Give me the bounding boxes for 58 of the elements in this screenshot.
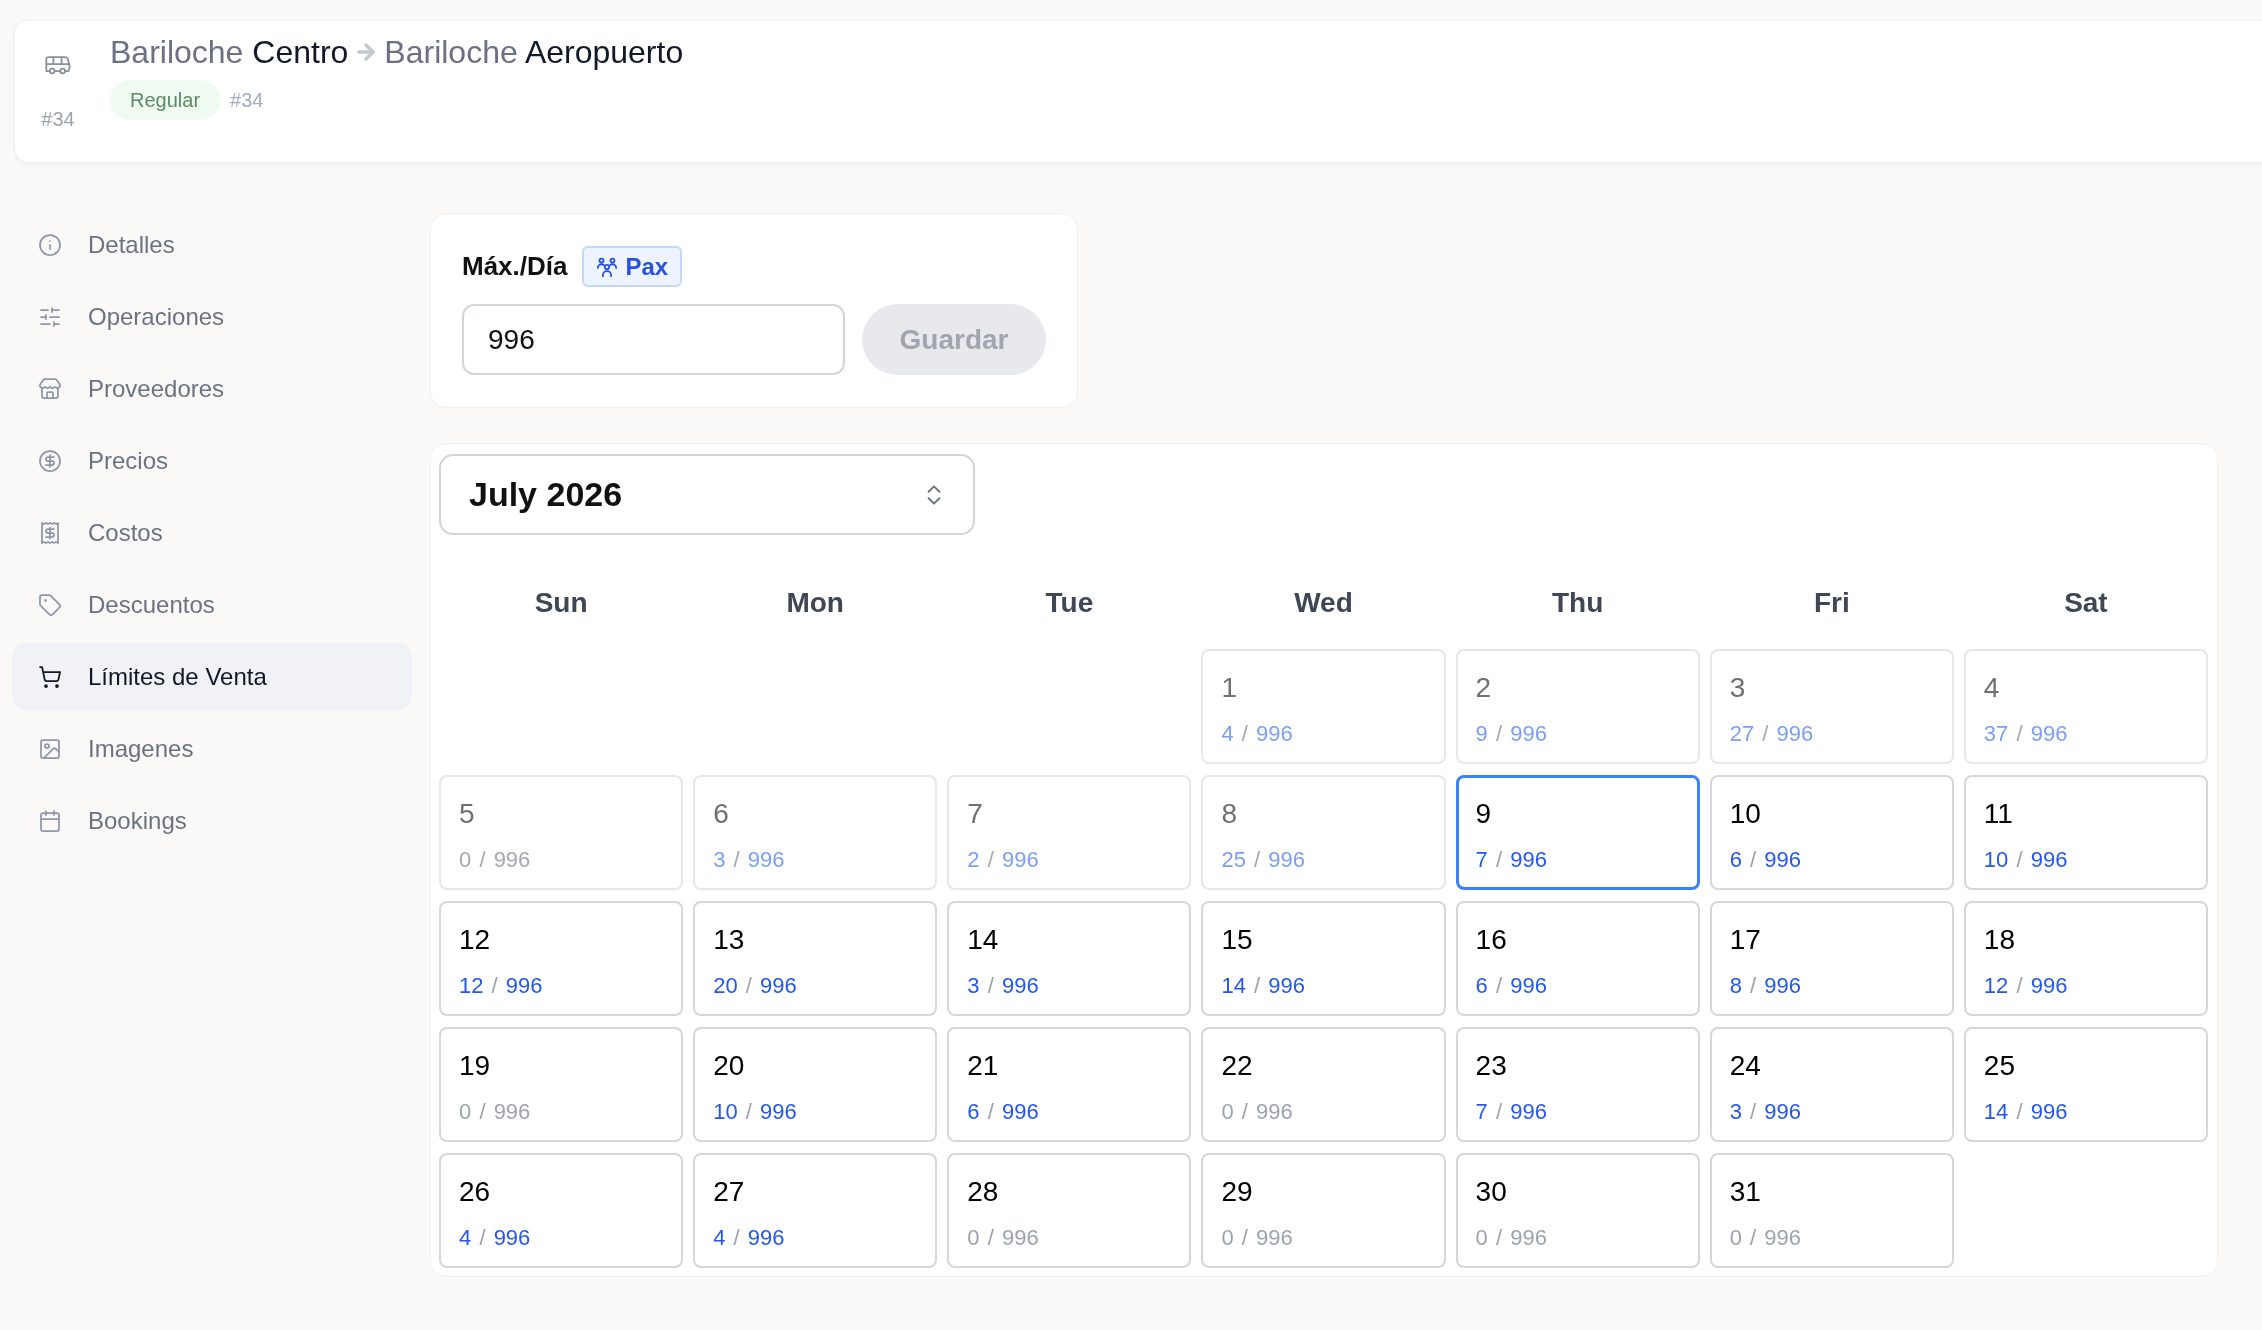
sidebar-item[interactable]: Costos — [12, 499, 412, 566]
sidebar-item[interactable]: Límites de Venta — [12, 643, 412, 710]
weekday-label: Sun — [534, 586, 588, 620]
calendar-icon — [38, 808, 62, 833]
month-select[interactable]: July 2026 — [439, 454, 975, 535]
image-icon — [38, 736, 62, 761]
weekday-label: Mon — [786, 586, 844, 620]
sidebar-item[interactable]: Detalles — [12, 211, 412, 278]
day-cell[interactable]: 12 12 / 996 — [439, 901, 684, 1016]
weekday-label: Tue — [1045, 586, 1094, 620]
day-cell[interactable]: 30 0 / 996 — [1455, 1153, 1700, 1268]
day-cell[interactable]: 19 0 / 996 — [439, 1027, 684, 1142]
day-cell[interactable]: 31 0 / 996 — [1709, 1153, 1954, 1268]
sidebar-item[interactable]: Proveedores — [12, 355, 412, 422]
sidebar-item[interactable]: Descuentos — [12, 571, 412, 638]
day-cell[interactable]: 11 10 / 996 — [1963, 775, 2208, 890]
limit-input[interactable]: 996 — [462, 304, 845, 375]
weekday-label: Thu — [1551, 586, 1604, 620]
storefront-icon — [38, 376, 62, 401]
day-cell[interactable]: 29 0 / 996 — [1201, 1153, 1446, 1268]
route-id: #34 — [230, 88, 264, 113]
day-cell[interactable]: 16 6 / 996 — [1455, 901, 1700, 1016]
destination-text: Bariloche Aeropuerto — [384, 33, 684, 72]
day-cell[interactable]: 24 3 / 996 — [1709, 1027, 1954, 1142]
day-cell[interactable]: 26 4 / 996 — [439, 1153, 684, 1268]
weekday-label: Wed — [1294, 586, 1353, 620]
service-type-badge: Regular — [110, 80, 221, 120]
day-cell[interactable]: 21 6 / 996 — [947, 1027, 1192, 1142]
day-cell[interactable]: 17 8 / 996 — [1709, 901, 1954, 1016]
vehicle-id: #34 — [41, 107, 75, 131]
receipt-icon — [38, 520, 62, 545]
origin-text: Bariloche Centro — [110, 33, 349, 72]
day-cell[interactable]: 14 3 / 996 — [947, 901, 1192, 1016]
sidebar-item[interactable]: Operaciones — [12, 283, 412, 350]
cart-icon — [38, 664, 62, 689]
sidebar-item[interactable]: Imagenes — [12, 715, 412, 782]
sliders-icon — [38, 304, 62, 329]
day-cell[interactable]: 27 4 / 996 — [693, 1153, 938, 1268]
day-cell[interactable]: 22 0 / 996 — [1201, 1027, 1446, 1142]
sidebar-item[interactable]: Precios — [12, 427, 412, 494]
people-icon — [595, 255, 618, 278]
dollar-icon — [38, 448, 62, 473]
unit-label: Pax — [625, 251, 669, 282]
info-icon — [38, 232, 62, 257]
tag-icon — [38, 592, 62, 617]
day-cell[interactable]: 28 0 / 996 — [947, 1153, 1192, 1268]
weekday-label: Sat — [2064, 586, 2108, 620]
day-cell[interactable]: 20 10 / 996 — [693, 1027, 938, 1142]
day-cell[interactable]: 9 7 / 996 — [1455, 775, 1700, 890]
day-cell[interactable]: 18 12 / 996 — [1963, 901, 2208, 1016]
day-cell[interactable]: 10 6 / 996 — [1709, 775, 1954, 890]
day-cell[interactable]: 23 7 / 996 — [1455, 1027, 1700, 1142]
weekday-label: Fri — [1813, 586, 1850, 620]
day-cell[interactable]: 13 20 / 996 — [693, 901, 938, 1016]
sidebar-item[interactable]: Bookings — [12, 787, 412, 854]
limit-label: Máx./Día — [462, 250, 568, 283]
day-cell[interactable]: 15 14 / 996 — [1201, 901, 1446, 1016]
day-cell[interactable]: 25 14 / 996 — [1963, 1027, 2208, 1142]
